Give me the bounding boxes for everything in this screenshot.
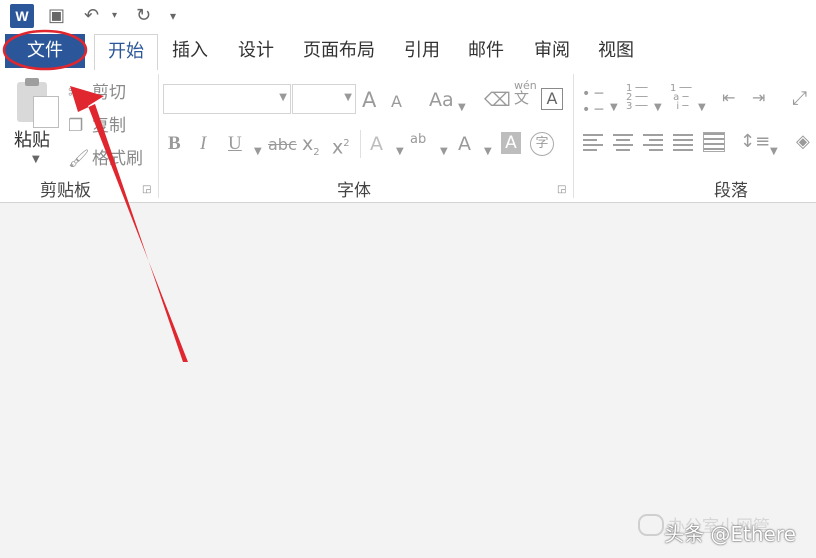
format-painter-label: 格式刷 [92, 149, 143, 169]
font-launcher-icon[interactable]: ◲ [557, 185, 567, 195]
phonetic-guide-icon[interactable]: wén 文 [514, 80, 537, 106]
chevron-down-icon: ▼ [254, 146, 262, 157]
chevron-down-icon: ▼ [654, 102, 662, 113]
increase-indent-icon[interactable]: ⇥ [752, 86, 765, 110]
align-right-icon[interactable] [643, 134, 663, 152]
undo-icon[interactable]: ↶ [84, 2, 99, 30]
wechat-icon [638, 514, 664, 536]
save-icon[interactable]: ▣ [48, 2, 65, 30]
clipboard-group-label: 剪贴板 [40, 181, 91, 201]
paragraph-group-label: 段落 [714, 181, 748, 201]
redo-icon[interactable]: ↻ [136, 2, 151, 30]
chevron-down-icon: ▼ [698, 102, 706, 113]
chinese-layout-icon[interactable]: ⤢ [792, 86, 807, 110]
group-divider [573, 74, 574, 198]
clipboard-launcher-icon[interactable]: ◲ [142, 185, 152, 195]
multilevel-list-icon[interactable]: 1 ── a ─ i ─ [670, 84, 692, 112]
shrink-font-icon[interactable]: A [391, 90, 402, 114]
align-center-icon[interactable] [613, 134, 633, 152]
numbering-icon[interactable]: 1 ── 2 ── 3 ── [626, 84, 648, 112]
bold-icon[interactable]: B [168, 132, 181, 156]
paste-page-icon [33, 96, 59, 128]
font-size-combo[interactable]: ▼ [292, 84, 356, 114]
watermark-credit: 头条 @Ethere [664, 522, 796, 546]
brush-icon: 🖌 [68, 149, 90, 169]
chevron-down-icon: ▼ [32, 154, 40, 165]
cut-label: 剪切 [92, 83, 126, 103]
text-effects-icon[interactable]: A [370, 132, 383, 156]
customize-qat-icon[interactable]: ▾ [170, 2, 176, 30]
tab-view[interactable]: 视图 [588, 34, 644, 68]
cut-button[interactable]: ✂ 剪切 [68, 78, 126, 103]
title-bar: W ▣ ↶ ▾ ↻ ▾ [0, 0, 816, 32]
clear-formatting-icon[interactable]: ⌫ [484, 88, 511, 112]
decrease-indent-icon[interactable]: ⇤ [722, 86, 735, 110]
enclose-characters-icon[interactable]: 字 [530, 132, 554, 156]
undo-dropdown-icon[interactable]: ▾ [112, 2, 117, 30]
divider [360, 130, 361, 158]
ribbon-home: 粘贴 ▼ ✂ 剪切 ❐ 复制 🖌 格式刷 剪贴板 ◲ ▼ ▼ A A Aa ▼ ⌫ w… [0, 70, 816, 203]
line-spacing-icon[interactable]: ↕≡ [740, 130, 770, 154]
font-name-combo[interactable]: ▼ [163, 84, 291, 114]
format-painter-button[interactable]: 🖌 格式刷 [68, 144, 143, 169]
tab-design[interactable]: 设计 [228, 34, 284, 68]
distributed-icon[interactable] [703, 132, 725, 152]
tab-file[interactable]: 文件 [5, 34, 85, 68]
font-group-label: 字体 [337, 181, 371, 201]
chevron-down-icon: ▼ [610, 102, 618, 113]
highlight-icon[interactable]: ab [410, 128, 426, 152]
character-border-icon[interactable]: A [541, 88, 563, 110]
paste-clip-icon [25, 78, 39, 86]
grow-font-icon[interactable]: A [362, 88, 376, 112]
copy-icon: ❐ [68, 116, 84, 136]
scissors-icon: ✂ [68, 83, 83, 103]
chevron-down-icon: ▼ [279, 92, 287, 103]
chevron-down-icon: ▼ [484, 146, 492, 157]
tab-references[interactable]: 引用 [394, 34, 450, 68]
tab-review[interactable]: 审阅 [524, 34, 580, 68]
font-color-icon[interactable]: A [458, 132, 471, 156]
change-case-icon[interactable]: Aa [429, 88, 454, 112]
paste-label: 粘贴 [14, 130, 50, 151]
tab-page-layout[interactable]: 页面布局 [296, 34, 382, 68]
chevron-down-icon: ▼ [458, 102, 466, 113]
chevron-down-icon: ▼ [770, 146, 778, 157]
ribbon-tabs: 文件 开始 插入 设计 页面布局 引用 邮件 审阅 视图 [0, 32, 816, 71]
bullets-icon[interactable]: • ─ • ─ [582, 86, 603, 118]
underline-icon[interactable]: U [228, 132, 242, 156]
copy-label: 复制 [92, 116, 126, 136]
subscript-icon[interactable]: x2 [302, 132, 320, 165]
tab-mailings[interactable]: 邮件 [458, 34, 514, 68]
chevron-down-icon: ▼ [396, 146, 404, 157]
italic-icon[interactable]: I [200, 132, 206, 156]
justify-icon[interactable] [673, 134, 693, 152]
superscript-icon[interactable]: x2 [332, 132, 350, 159]
shading-icon[interactable]: ◈ [796, 130, 810, 154]
align-left-icon[interactable] [583, 134, 603, 152]
copy-button[interactable]: ❐ 复制 [68, 111, 126, 136]
chevron-down-icon: ▼ [344, 92, 352, 103]
word-app-icon: W [10, 4, 34, 28]
group-divider [158, 74, 159, 198]
chevron-down-icon: ▼ [440, 146, 448, 157]
strikethrough-icon[interactable]: abc [268, 133, 297, 157]
character-shading-icon[interactable]: A [501, 132, 521, 154]
tab-insert[interactable]: 插入 [162, 34, 218, 68]
tab-home[interactable]: 开始 [94, 34, 158, 71]
